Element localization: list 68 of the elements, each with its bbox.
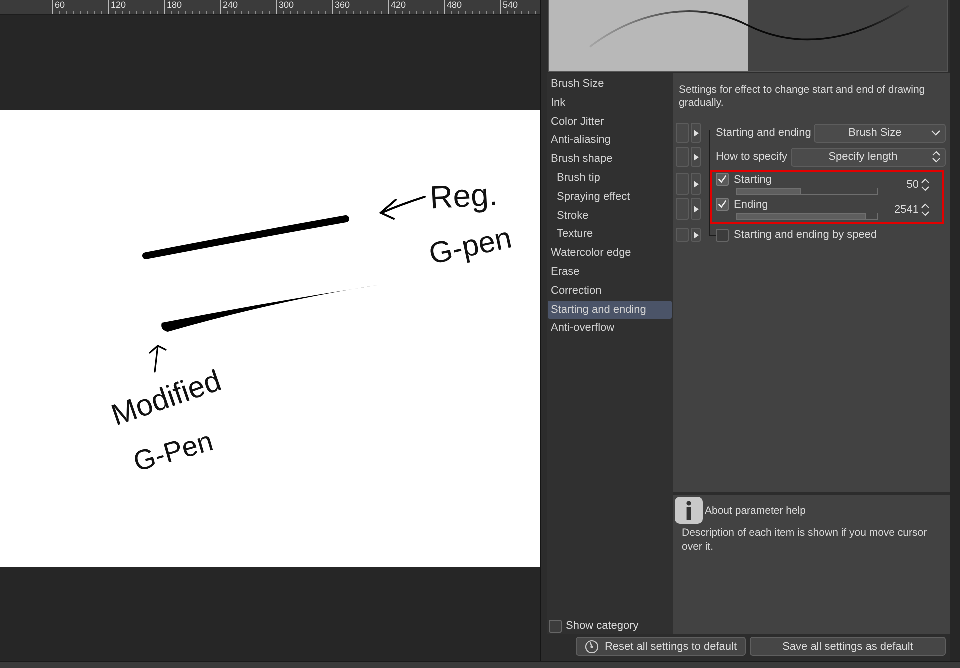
ruler-label: 240 (220, 0, 276, 14)
ruler-label: 360 (332, 0, 388, 14)
checkbox-label: Show category (566, 620, 639, 632)
value-reading: 50 (906, 179, 919, 191)
category-item[interactable]: Anti-aliasing (548, 131, 672, 150)
row-toggle-button[interactable] (676, 173, 689, 195)
checkbox[interactable] (716, 198, 729, 211)
triangle-icon (694, 154, 698, 160)
category-item[interactable]: Erase (548, 262, 672, 282)
category-item[interactable]: Anti-overflow (548, 319, 672, 338)
checkbox-label: Starting (734, 174, 772, 186)
info-icon (675, 497, 703, 524)
checkbox[interactable] (716, 173, 729, 186)
setting-label: How to specify (716, 151, 788, 163)
value-reading: 2541 (894, 204, 919, 216)
row-toggle-button[interactable] (676, 198, 689, 220)
expand-button[interactable] (691, 123, 701, 143)
up-down-chevron-icon (932, 151, 941, 163)
reset-button[interactable]: Reset all settings to default (576, 637, 746, 656)
expand-button[interactable] (691, 228, 701, 242)
dial-icon (584, 640, 599, 654)
setting-label: Starting and ending (716, 127, 812, 139)
row-toggle-button[interactable] (676, 123, 689, 143)
category-item[interactable]: Stroke (548, 206, 672, 226)
row-toggle-button[interactable] (676, 147, 689, 167)
checkbox-label: Starting and ending by speed (734, 229, 878, 241)
help-text: Description of each item is shown if you move cursor over it. (681, 526, 928, 554)
up-down-chevron-icon[interactable] (921, 178, 930, 192)
category-item[interactable]: Brush shape (548, 150, 672, 169)
description-text: Settings for effect to change start and end of drawing gradually. (678, 83, 926, 111)
category-item[interactable]: Brush tip (548, 168, 672, 188)
handwritten-note: G-pen (426, 224, 515, 270)
category-item[interactable]: Starting and ending (548, 300, 672, 320)
category-item[interactable]: Texture (548, 225, 672, 244)
chevron-down-icon (931, 130, 941, 136)
checkbox-label: Ending (734, 198, 768, 210)
category-item[interactable]: Watercolor edge (548, 244, 672, 263)
triangle-icon (694, 180, 698, 188)
ruler-label: 300 (276, 0, 332, 14)
arrow (379, 196, 426, 220)
ruler-label: 480 (444, 0, 500, 14)
category-item[interactable]: Ink (548, 94, 672, 113)
ruler-label: 180 (164, 0, 220, 14)
triangle-icon (694, 232, 698, 238)
row-toggle-button[interactable] (676, 228, 689, 242)
category-item[interactable]: Color Jitter (548, 112, 672, 132)
ruler-label: 60 (52, 0, 108, 14)
triangle-icon (694, 130, 698, 136)
slider-track[interactable] (736, 213, 878, 220)
checkbox[interactable] (549, 620, 562, 632)
save-button[interactable]: Save all settings as default (750, 637, 946, 656)
expand-button[interactable] (691, 198, 701, 220)
up-down-chevron-icon[interactable] (921, 203, 930, 217)
checkbox[interactable] (716, 228, 729, 242)
category-item[interactable]: Spraying effect (548, 188, 672, 207)
ruler-label: 420 (388, 0, 444, 14)
triangle-icon (694, 206, 698, 212)
expand-button[interactable] (691, 173, 701, 195)
expand-button[interactable] (691, 147, 701, 167)
dropdown[interactable]: Brush Size (814, 124, 946, 142)
slider-track[interactable] (736, 188, 878, 195)
dropdown[interactable]: Specify length (790, 148, 946, 166)
help-title: About parameter help (705, 504, 806, 516)
ruler-label: 120 (108, 0, 164, 14)
category-item[interactable]: Correction (548, 282, 672, 301)
category-item[interactable]: Brush Size (548, 75, 672, 94)
handwritten-note: Reg. (429, 178, 498, 214)
handwritten-note: G-Pen (130, 427, 216, 477)
